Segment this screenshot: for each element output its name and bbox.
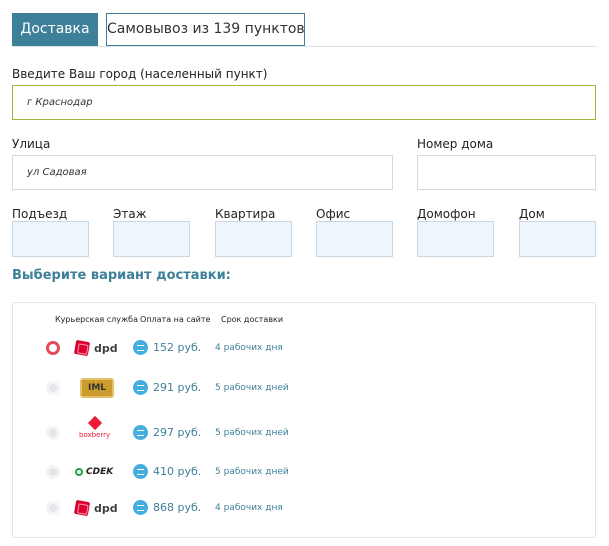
radio-unselected[interactable]	[46, 381, 60, 395]
street-label: Улица	[12, 137, 51, 151]
delivery-option-row[interactable]: IML 291 руб. 5 рабочих дней	[13, 373, 595, 403]
card-payment-icon	[133, 340, 148, 355]
card-payment-icon	[133, 500, 148, 515]
delivery-term: 4 рабочих дня	[215, 343, 283, 353]
column-header-payment: Оплата на сайте	[140, 315, 211, 324]
tab-delivery[interactable]: Доставка	[12, 13, 98, 46]
delivery-price: 291 руб.	[153, 381, 202, 394]
dpd-logo-icon: dpd	[73, 336, 118, 360]
column-header-term: Срок доставки	[221, 315, 284, 324]
delivery-term: 5 рабочих дней	[215, 428, 289, 438]
house-number-label: Номер дома	[417, 137, 494, 151]
card-payment-icon	[133, 425, 148, 440]
card-payment-icon	[133, 464, 148, 479]
column-header-courier: Курьерская служба	[55, 315, 138, 324]
tabs-divider	[12, 46, 597, 47]
tab-pickup[interactable]: Самовывоз из 139 пунктов	[106, 13, 305, 46]
intercom-input[interactable]	[417, 221, 494, 257]
floor-label: Этаж	[113, 207, 147, 221]
card-payment-icon	[133, 380, 148, 395]
floor-input[interactable]	[113, 221, 190, 257]
service-name: dpd	[94, 501, 118, 515]
delivery-term: 4 рабочих дня	[215, 503, 283, 513]
house-number-input[interactable]	[417, 155, 596, 190]
city-input[interactable]: г Краснодар	[12, 85, 596, 120]
entrance-input[interactable]	[12, 221, 89, 257]
delivery-tabs: Доставка Самовывоз из 139 пунктов	[12, 13, 305, 46]
iml-logo-icon: IML	[80, 376, 114, 400]
delivery-price: 868 руб.	[153, 501, 202, 514]
building-input[interactable]	[519, 221, 596, 257]
delivery-price: 152 руб.	[153, 341, 202, 354]
radio-unselected[interactable]	[46, 465, 60, 479]
intercom-label: Домофон	[417, 207, 476, 221]
delivery-option-row[interactable]: boxberry 297 руб. 5 рабочих дней	[13, 415, 595, 448]
service-name: IML	[80, 378, 114, 398]
delivery-price: 410 руб.	[153, 465, 202, 478]
city-label: Введите Ваш город (населенный пункт)	[12, 67, 268, 81]
office-label: Офис	[316, 207, 351, 221]
delivery-price: 297 руб.	[153, 426, 202, 439]
delivery-option-row[interactable]: dpd 152 руб. 4 рабочих дня	[13, 333, 595, 363]
delivery-option-row[interactable]: dpd 868 руб. 4 рабочих дня	[13, 493, 595, 523]
dpd-logo-icon: dpd	[73, 496, 118, 520]
boxberry-logo-icon: boxberry	[79, 415, 111, 442]
entrance-label: Подъезд	[12, 207, 68, 221]
street-input[interactable]: ул Садовая	[12, 155, 393, 190]
office-input[interactable]	[316, 221, 393, 257]
building-label: Дом	[519, 207, 545, 221]
radio-selected[interactable]	[46, 341, 60, 355]
cdek-logo-icon: CDEK	[75, 460, 113, 484]
apartment-label: Квартира	[215, 207, 276, 221]
service-name: dpd	[94, 341, 118, 355]
delivery-term: 5 рабочих дней	[215, 383, 289, 393]
delivery-term: 5 рабочих дней	[215, 467, 289, 477]
service-name: CDEK	[86, 467, 114, 477]
service-name: boxberry	[79, 431, 111, 439]
radio-unselected[interactable]	[46, 426, 60, 440]
radio-unselected[interactable]	[46, 501, 60, 515]
delivery-option-row[interactable]: CDEK 410 руб. 5 рабочих дней	[13, 457, 595, 487]
delivery-options-heading: Выберите вариант доставки:	[12, 268, 231, 283]
delivery-options-panel: Курьерская служба Оплата на сайте Срок д…	[12, 302, 596, 538]
apartment-input[interactable]	[215, 221, 292, 257]
